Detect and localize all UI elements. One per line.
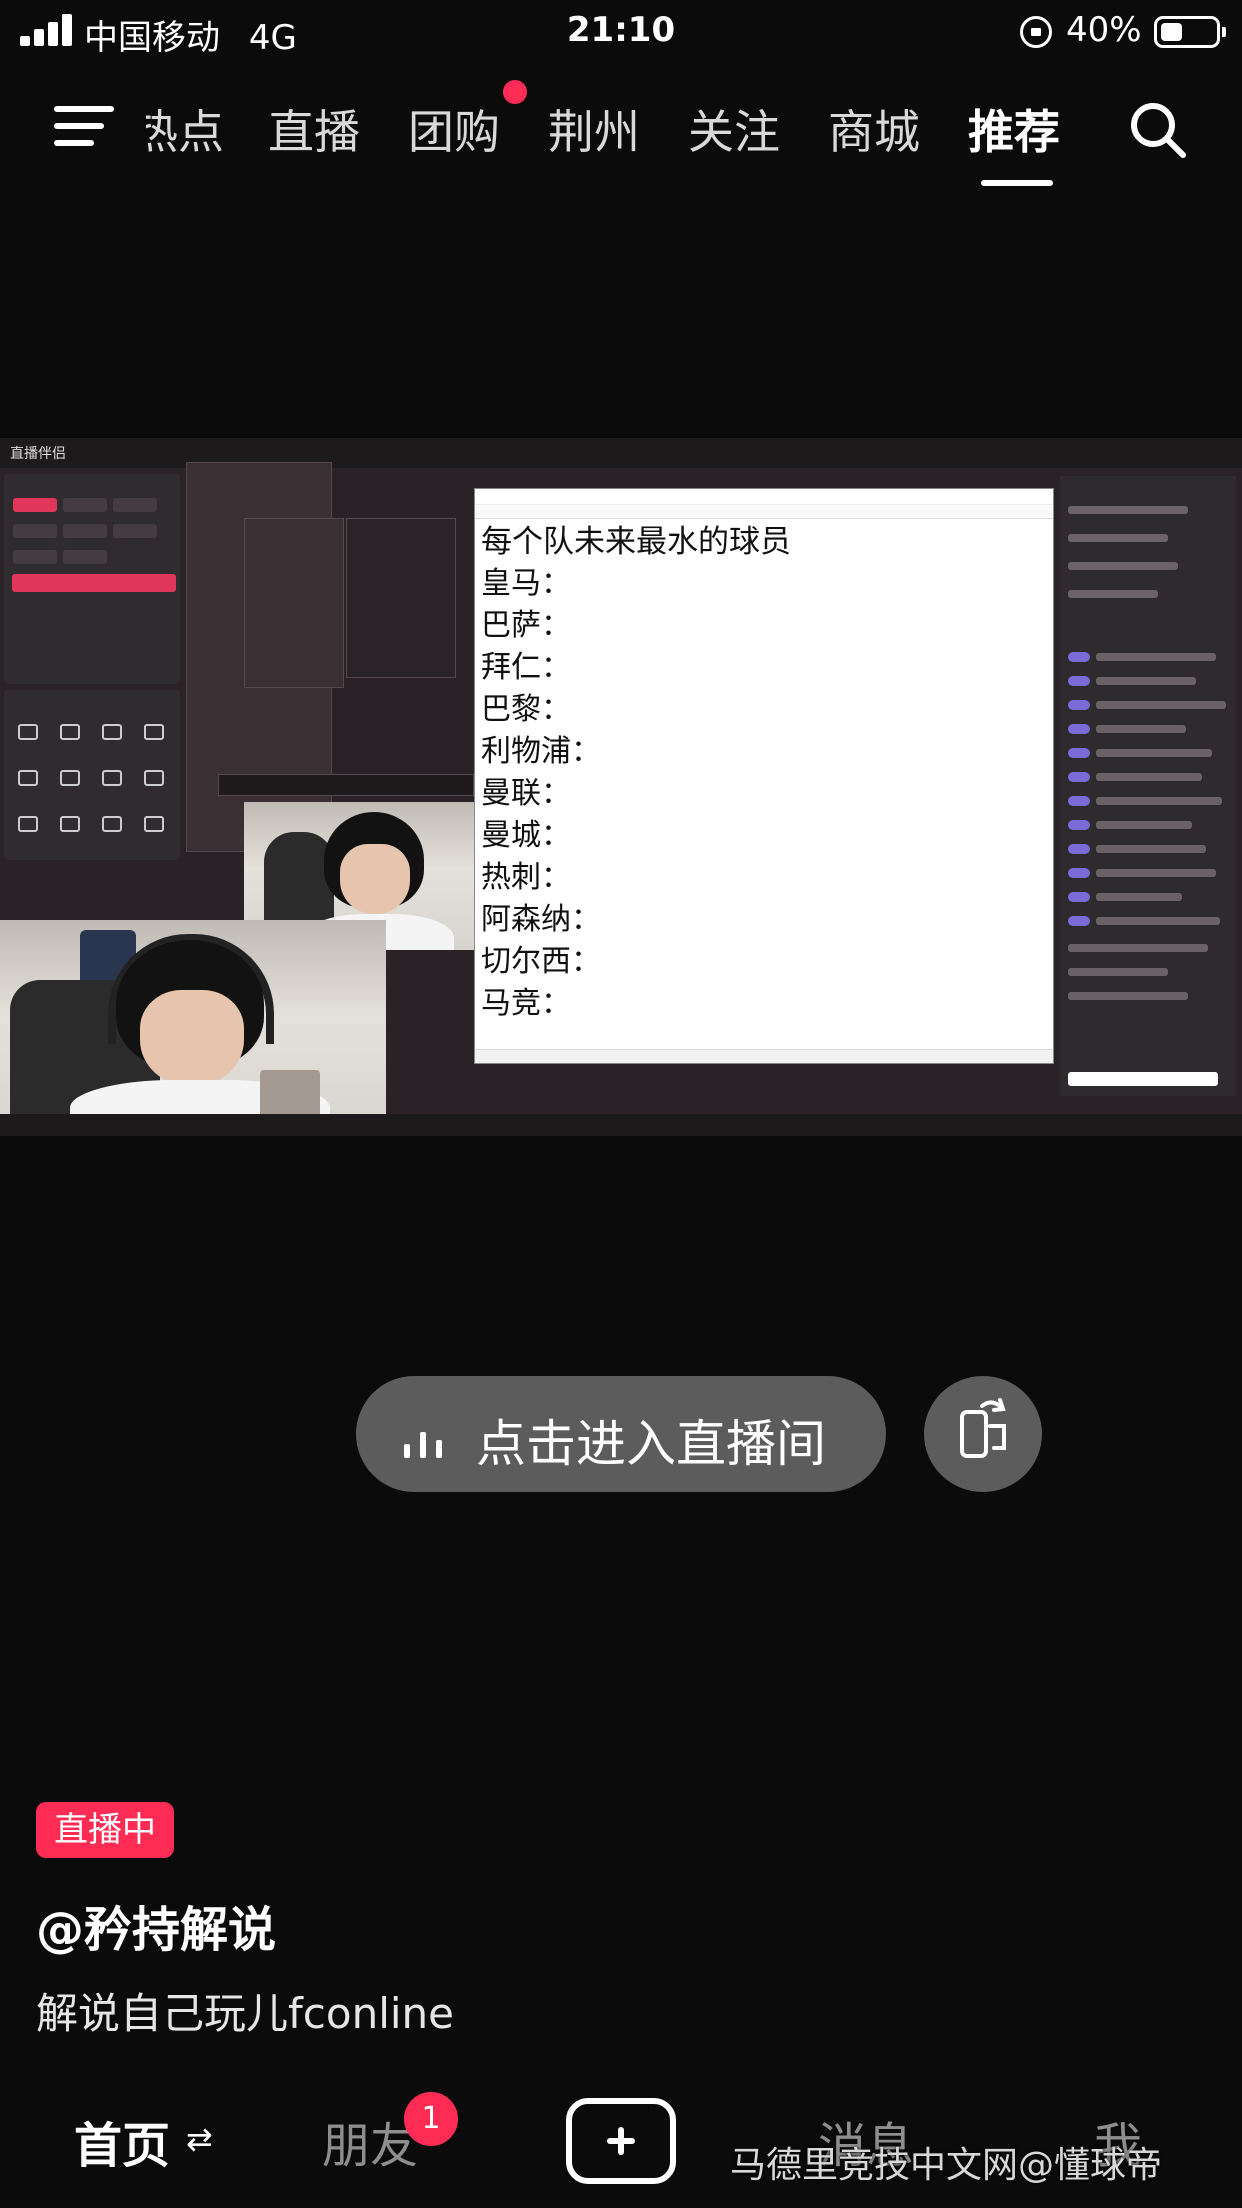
anchor-name[interactable]: @矜持解说: [36, 1890, 276, 1960]
desktop-taskbar: [0, 1114, 1242, 1136]
notepad-line: 拜仁：: [481, 650, 571, 685]
battery-percent: 40%: [1066, 10, 1142, 50]
notepad-line: 阿森纳：: [481, 902, 601, 937]
watermark: 马德里竞技中文网@懂球帝: [730, 2145, 1163, 2186]
notepad-titlebar: [475, 489, 1053, 505]
rotation-lock-icon: [1020, 16, 1052, 48]
notepad-line: 巴黎：: [481, 692, 571, 727]
battery-icon: [1154, 16, 1226, 48]
scene-panel: [4, 474, 180, 684]
notepad-body: 每个队未来最水的球员 皇马： 巴萨： 拜仁： 巴黎： 利物浦： 曼联： 曼城： …: [475, 519, 1053, 1027]
notepad-line: 曼城：: [481, 818, 571, 853]
notepad-line: 皇马：: [481, 566, 571, 601]
notepad-line: 曼联：: [481, 776, 571, 811]
live-status-badge: 直播中: [36, 1802, 174, 1858]
enter-live-room-button[interactable]: 点击进入直播间: [356, 1376, 886, 1492]
tools-panel: [4, 690, 180, 860]
status-bar: 中国移动 4G 21:10 40%: [0, 0, 1242, 62]
notepad-line: 马竞：: [481, 986, 571, 1021]
search-icon[interactable]: [1128, 100, 1188, 160]
tab-jingzhou[interactable]: 荆州: [548, 96, 640, 162]
menu-icon[interactable]: [54, 102, 114, 150]
live-stream-video[interactable]: 直播伴侣 每个队未来最水的球员 皇马： 巴萨： 拜仁： 巴黎： 利物浦： 曼联：…: [0, 438, 1242, 1136]
enter-live-label: 点击进入直播间: [476, 1415, 826, 1473]
switch-arrows-icon: ⇄: [186, 2120, 213, 2158]
notepad-line: 热刺：: [481, 860, 571, 895]
status-time: 21:10: [566, 10, 676, 50]
friends-badge: 1: [404, 2092, 458, 2146]
live-bars-icon: [404, 1418, 456, 1458]
streaming-app-title: 直播伴侣: [10, 446, 66, 462]
tab-group-buy[interactable]: 团购: [408, 96, 500, 162]
tab-mall[interactable]: 商城: [828, 96, 920, 162]
tab-live[interactable]: 直播: [268, 96, 360, 162]
webcam-feed: [0, 920, 386, 1136]
nested-preview: [244, 518, 344, 688]
active-tab-indicator: [981, 180, 1053, 186]
notepad-menu: [475, 505, 1053, 519]
live-title: 解说自己玩儿fconline: [36, 1989, 454, 2038]
tab-following[interactable]: 关注: [688, 96, 780, 162]
rotate-screen-icon: [960, 1398, 1006, 1458]
notepad-statusbar: [475, 1049, 1053, 1063]
notepad-line: 切尔西：: [481, 944, 601, 979]
notepad-line: 利物浦：: [481, 734, 601, 769]
notepad-line: 巴萨：: [481, 608, 571, 643]
notepad-window: 每个队未来最水的球员 皇马： 巴萨： 拜仁： 巴黎： 利物浦： 曼联： 曼城： …: [474, 488, 1054, 1064]
top-nav: 热点 直播 团购 荆州 关注 商城 推荐: [0, 80, 1242, 190]
tab-recommend[interactable]: 推荐: [968, 96, 1060, 162]
notepad-line: 每个队未来最水的球员: [481, 524, 791, 560]
camera-source-bar: [12, 574, 176, 592]
notification-dot: [503, 80, 527, 104]
nested-preview-2: [346, 518, 456, 678]
tab-home[interactable]: 首页: [74, 2106, 170, 2176]
preview-toolbar: [218, 774, 474, 796]
tab-hot[interactable]: 热点: [146, 96, 224, 162]
rotate-screen-button[interactable]: [924, 1376, 1042, 1492]
create-post-button[interactable]: [566, 2098, 676, 2184]
stream-chat-panel: [1060, 476, 1236, 1096]
